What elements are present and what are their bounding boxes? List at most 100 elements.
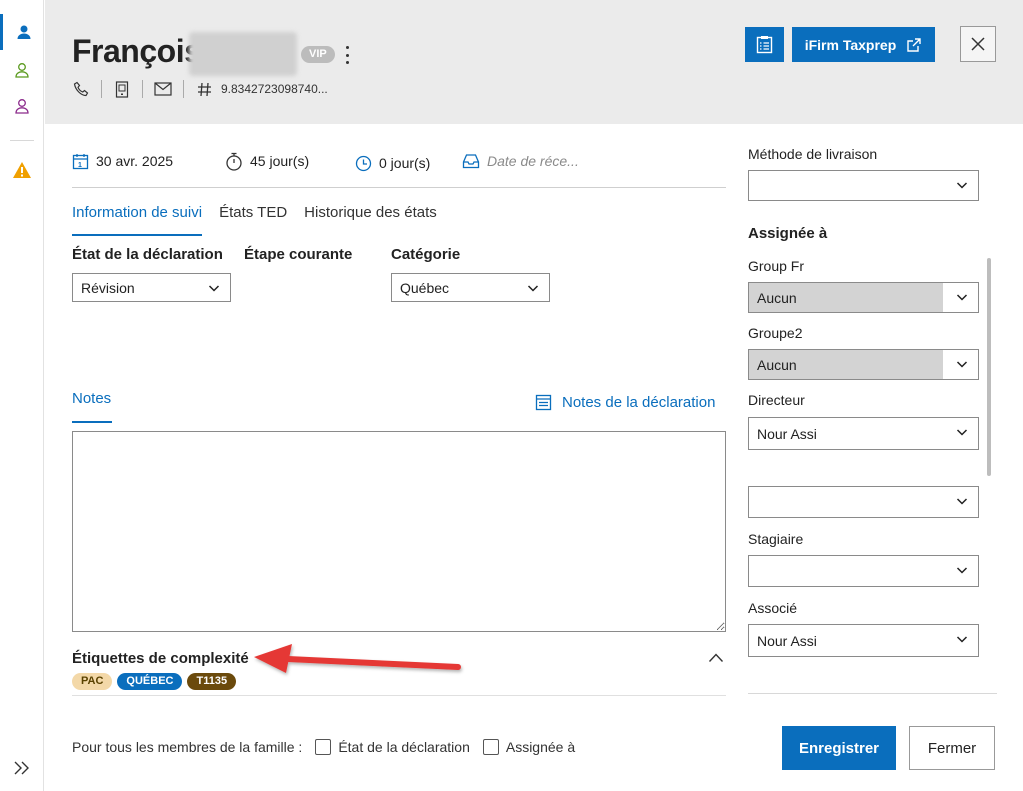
days-remaining-text: 0 jour(s) (379, 155, 431, 171)
ifirm-taxprep-button[interactable]: iFirm Taxprep (792, 27, 935, 62)
checklist-button[interactable] (745, 27, 784, 62)
delivery-method-select[interactable] (748, 170, 979, 201)
partner-select[interactable]: Nour Assi (748, 624, 979, 657)
due-date-text: 30 avr. 2025 (96, 153, 174, 169)
group-fr-select[interactable]: Aucun (748, 282, 979, 313)
chevron-down-icon (956, 429, 968, 436)
chevron-up-icon[interactable] (708, 652, 724, 664)
close-button[interactable] (960, 26, 996, 62)
complexity-tag: PAC (72, 673, 113, 690)
intern-label: Stagiaire (748, 531, 804, 547)
chevron-down-icon (956, 636, 968, 643)
complexity-tag: T1135 (187, 673, 237, 690)
family-state-checkbox-label: État de la déclaration (338, 739, 470, 755)
director-value: Nour Assi (757, 425, 817, 442)
phone-icon[interactable] (72, 80, 90, 98)
partner-value: Nour Assi (757, 632, 817, 649)
assigned-to-title: Assignée à (748, 225, 828, 242)
state-select[interactable]: Révision (72, 273, 231, 302)
redacted-last-name (189, 32, 297, 76)
group-fr-value: Aucun (757, 289, 797, 306)
received-date-placeholder: Date de réce... (487, 153, 579, 169)
vip-badge: VIP (301, 46, 335, 63)
tab-etats-ted[interactable]: États TED (219, 198, 287, 236)
notes-tab[interactable]: Notes (72, 390, 113, 423)
external-link-icon (907, 37, 921, 52)
right-panel-divider (748, 693, 997, 694)
family-state-checkbox[interactable] (315, 739, 332, 755)
family-assigned-checkbox[interactable] (482, 739, 499, 755)
family-options-label: Pour tous les membres de la famille : (72, 739, 303, 755)
days-elapsed: 45 jour(s) (225, 150, 309, 172)
right-panel-scrollbar[interactable] (987, 258, 991, 476)
rail-divider (10, 140, 34, 141)
client-name: François (72, 33, 202, 69)
partner-label: Associé (748, 600, 798, 616)
close-dialog-button[interactable]: Fermer (909, 726, 995, 770)
state-label: État de la déclaration (72, 246, 223, 263)
director-label: Directeur (748, 392, 805, 408)
client-id: 9.8342723098740... (221, 82, 328, 96)
chevron-down-icon (956, 498, 968, 505)
family-options-row: Pour tous les membres de la famille : Ét… (72, 737, 575, 757)
spouse-profile-icon[interactable] (0, 52, 44, 88)
dependent-profile-icon[interactable] (0, 88, 44, 124)
current-step-label: Étape courante (244, 246, 353, 263)
days-remaining: 0 jour(s) (355, 152, 430, 174)
stopwatch-icon (226, 152, 242, 171)
tab-historique-des-etats[interactable]: Historique des états (304, 198, 437, 236)
svg-text:1: 1 (78, 162, 82, 169)
complexity-tag: QUÉBEC (117, 673, 183, 690)
complexity-tag-list: PAC QUÉBEC T1135 (72, 673, 237, 690)
contact-row: 9.8342723098740... (72, 78, 328, 100)
category-select[interactable]: Québec (391, 273, 550, 302)
group2-label: Groupe2 (748, 325, 803, 341)
save-button[interactable]: Enregistrer (782, 726, 896, 770)
mobile-icon[interactable] (113, 80, 131, 98)
more-options-icon[interactable] (343, 46, 351, 64)
group2-value: Aucun (757, 356, 797, 373)
expand-rail-icon[interactable] (0, 750, 44, 786)
group2-select[interactable]: Aucun (748, 349, 979, 380)
chevron-down-icon (956, 361, 968, 368)
delivery-method-label: Méthode de livraison (748, 146, 878, 162)
calendar-icon: 1 (72, 153, 89, 169)
chevron-down-icon (956, 567, 968, 574)
complexity-tags-title: Étiquettes de complexité (72, 650, 249, 667)
dates-row: 1 30 avr. 2025 45 jour(s) 0 jour(s) Date… (72, 150, 726, 188)
days-elapsed-text: 45 jour(s) (250, 153, 310, 169)
director-select[interactable]: Nour Assi (748, 417, 979, 450)
due-date: 1 30 avr. 2025 (72, 150, 173, 172)
tracking-tabs: Information de suivi États TED Historiqu… (72, 198, 454, 236)
clock-icon (355, 155, 372, 171)
close-icon (971, 37, 985, 51)
state-select-value: Révision (81, 279, 135, 296)
annotation-arrow-icon (254, 644, 461, 673)
client-profile-icon[interactable] (0, 14, 44, 50)
section-divider (72, 695, 726, 696)
chevron-down-icon (956, 182, 968, 189)
left-rail (0, 0, 44, 791)
intern-select[interactable] (748, 555, 979, 587)
family-assigned-checkbox-label: Assignée à (505, 739, 576, 755)
ifirm-taxprep-label: iFirm Taxprep (804, 36, 897, 53)
hash-icon (195, 80, 213, 98)
inbox-icon (462, 154, 480, 169)
notes-textarea[interactable] (72, 431, 726, 632)
category-label: Catégorie (391, 246, 461, 263)
return-notes-link[interactable]: Notes de la déclaration (535, 394, 715, 411)
unlabeled-select[interactable] (748, 486, 979, 518)
checklist-icon (756, 36, 773, 54)
category-select-value: Québec (400, 279, 450, 296)
client-header: François VIP 9.8342723098740... iFirm Ta… (45, 0, 1023, 124)
warning-icon[interactable] (0, 152, 44, 188)
notes-icon (535, 394, 552, 411)
email-icon[interactable] (154, 80, 172, 98)
received-date[interactable]: Date de réce... (462, 150, 579, 172)
chevron-down-icon (208, 285, 220, 292)
return-notes-link-text: Notes de la déclaration (562, 394, 716, 411)
chevron-down-icon (956, 294, 968, 301)
tab-information-de-suivi[interactable]: Information de suivi (72, 198, 203, 236)
chevron-down-icon (527, 285, 539, 292)
group-fr-label: Group Fr (748, 258, 805, 274)
